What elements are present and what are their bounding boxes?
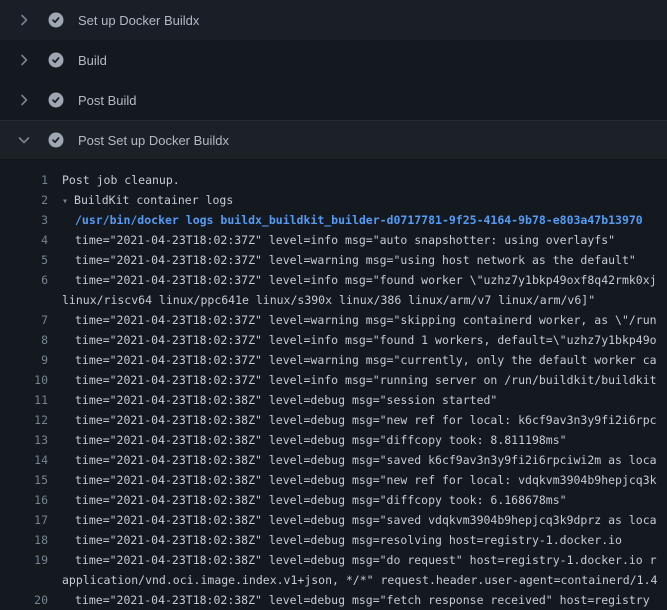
log-line-text: time="2021-04-23T18:02:38Z" level=debug … [48,470,667,490]
log-line-number[interactable]: 1 [0,170,48,190]
chevron-down-icon [16,132,32,148]
chevron-right-icon [16,92,32,108]
log-line: 10 time="2021-04-23T18:02:37Z" level=inf… [0,370,667,390]
log-line-text: time="2021-04-23T18:02:37Z" level=info m… [48,270,667,290]
steps-list: Set up Docker Buildx Build Post Bu [0,0,667,160]
log-line: 15 time="2021-04-23T18:02:38Z" level=deb… [0,470,667,490]
log-line-text: time="2021-04-23T18:02:37Z" level=info m… [48,370,667,390]
log-line-number[interactable]: 11 [0,390,48,410]
log-line-number[interactable]: 20 [0,590,48,610]
log-line-number[interactable] [0,570,48,590]
log-line-text: time="2021-04-23T18:02:38Z" level=debug … [48,510,667,530]
log-line-text: time="2021-04-23T18:02:38Z" level=debug … [48,430,667,450]
log-line-text: time="2021-04-23T18:02:37Z" level=warnin… [48,310,667,330]
log-line-number[interactable]: 8 [0,330,48,350]
log-line: 8 time="2021-04-23T18:02:37Z" level=info… [0,330,667,350]
log-line-text: time="2021-04-23T18:02:38Z" level=debug … [48,530,667,550]
log-line-number[interactable]: 12 [0,410,48,430]
step-header-set-up-docker-buildx[interactable]: Set up Docker Buildx [0,0,667,40]
log-line-text: application/vnd.oci.image.index.v1+json,… [48,570,667,590]
log-line: 4 time="2021-04-23T18:02:37Z" level=info… [0,230,667,250]
log-line-number[interactable]: 15 [0,470,48,490]
log-line: 19 time="2021-04-23T18:02:38Z" level=deb… [0,550,667,570]
log-line: application/vnd.oci.image.index.v1+json,… [0,570,667,590]
check-circle-icon [48,52,64,68]
log-line-number[interactable]: 10 [0,370,48,390]
log-viewer: 1 Post job cleanup. 2 ▾BuildKit containe… [0,160,667,610]
log-line: 3 /usr/bin/docker logs buildx_buildkit_b… [0,210,667,230]
log-line-text: time="2021-04-23T18:02:38Z" level=debug … [48,490,667,510]
log-line-text: time="2021-04-23T18:02:37Z" level=info m… [48,230,667,250]
log-line-text: time="2021-04-23T18:02:37Z" level=info m… [48,330,667,350]
log-line-text: ▾BuildKit container logs [48,190,667,210]
log-line: 11 time="2021-04-23T18:02:38Z" level=deb… [0,390,667,410]
log-line: 13 time="2021-04-23T18:02:38Z" level=deb… [0,430,667,450]
log-line-number[interactable]: 2 [0,190,48,210]
log-line-number[interactable]: 17 [0,510,48,530]
log-line-text: linux/riscv64 linux/ppc641e linux/s390x … [48,290,667,310]
step-header-post-build[interactable]: Post Build [0,80,667,120]
log-line: 12 time="2021-04-23T18:02:38Z" level=deb… [0,410,667,430]
step-header-build[interactable]: Build [0,40,667,80]
log-line: linux/riscv64 linux/ppc641e linux/s390x … [0,290,667,310]
log-line: 18 time="2021-04-23T18:02:38Z" level=deb… [0,530,667,550]
log-line-number[interactable]: 6 [0,270,48,290]
check-circle-icon [48,132,64,148]
log-line-text: time="2021-04-23T18:02:37Z" level=warnin… [48,250,667,270]
log-line-number[interactable]: 7 [0,310,48,330]
step-header-post-set-up-docker-buildx[interactable]: Post Set up Docker Buildx [0,120,667,160]
log-line: 1 Post job cleanup. [0,170,667,190]
log-line-number[interactable]: 14 [0,450,48,470]
log-line-text: time="2021-04-23T18:02:38Z" level=debug … [48,550,667,570]
log-line: 20 time="2021-04-23T18:02:38Z" level=deb… [0,590,667,610]
log-line-text: Post job cleanup. [48,170,667,190]
log-line: 17 time="2021-04-23T18:02:38Z" level=deb… [0,510,667,530]
log-line[interactable]: 2 ▾BuildKit container logs [0,190,667,210]
check-circle-icon [48,92,64,108]
log-line: 14 time="2021-04-23T18:02:38Z" level=deb… [0,450,667,470]
log-line-number[interactable]: 5 [0,250,48,270]
log-line-number[interactable]: 4 [0,230,48,250]
log-line-text: time="2021-04-23T18:02:38Z" level=debug … [48,590,667,610]
log-line: 6 time="2021-04-23T18:02:37Z" level=info… [0,270,667,290]
log-line-number[interactable]: 9 [0,350,48,370]
step-label: Post Set up Docker Buildx [78,133,229,148]
log-line: 5 time="2021-04-23T18:02:37Z" level=warn… [0,250,667,270]
step-label: Post Build [78,93,137,108]
log-line-number[interactable]: 19 [0,550,48,570]
log-line: 9 time="2021-04-23T18:02:37Z" level=warn… [0,350,667,370]
step-label: Build [78,53,107,68]
chevron-right-icon [16,12,32,28]
step-label: Set up Docker Buildx [78,13,199,28]
log-line-text: time="2021-04-23T18:02:38Z" level=debug … [48,450,667,470]
check-circle-icon [48,12,64,28]
log-line-number[interactable] [0,290,48,310]
log-line: 7 time="2021-04-23T18:02:37Z" level=warn… [0,310,667,330]
log-line-text: time="2021-04-23T18:02:37Z" level=warnin… [48,350,667,370]
log-line-number[interactable]: 13 [0,430,48,450]
group-expanded-icon[interactable]: ▾ [62,196,68,207]
log-line-text: time="2021-04-23T18:02:38Z" level=debug … [48,390,667,410]
log-line-number[interactable]: 18 [0,530,48,550]
log-line-text: time="2021-04-23T18:02:38Z" level=debug … [48,410,667,430]
log-line: 16 time="2021-04-23T18:02:38Z" level=deb… [0,490,667,510]
log-line-text: /usr/bin/docker logs buildx_buildkit_bui… [48,210,667,230]
log-line-number[interactable]: 16 [0,490,48,510]
chevron-right-icon [16,52,32,68]
log-line-number[interactable]: 3 [0,210,48,230]
